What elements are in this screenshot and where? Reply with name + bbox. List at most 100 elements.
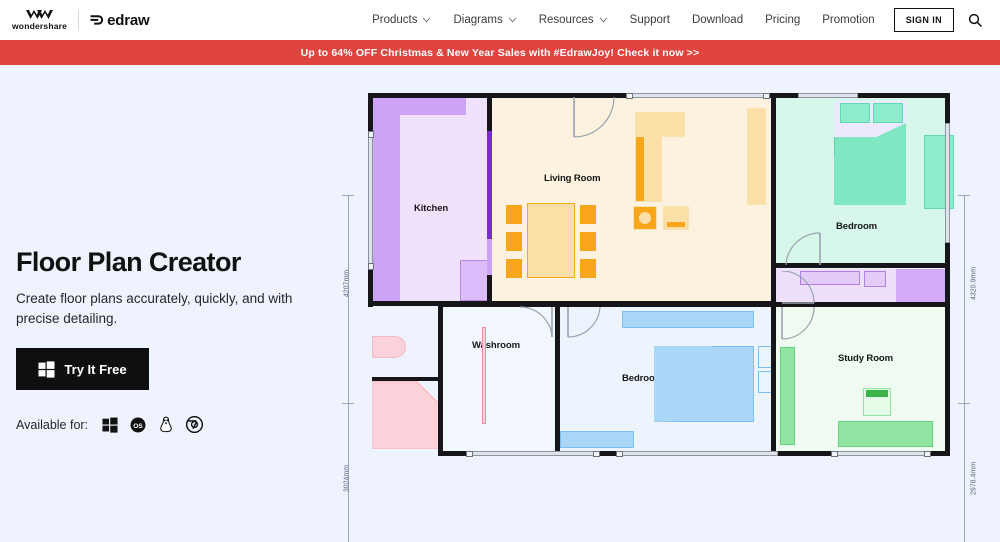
dimension-tick bbox=[342, 195, 354, 196]
edraw-wordmark: edraw bbox=[107, 11, 150, 29]
dimension-label-left-1: 4207mm bbox=[343, 269, 351, 298]
armchair-cushion bbox=[639, 212, 651, 224]
nav-item-download[interactable]: Download bbox=[681, 14, 754, 26]
nav-label: Promotion bbox=[822, 14, 875, 26]
nav-item-resources[interactable]: Resources bbox=[528, 14, 619, 26]
hero-subtitle: Create floor plans accurately, quickly, … bbox=[16, 291, 293, 326]
wondershare-logo[interactable]: wondershare bbox=[12, 9, 67, 31]
dining-chair bbox=[506, 259, 522, 278]
sofa-seat bbox=[644, 133, 662, 202]
room-label-study-room: Study Room bbox=[838, 353, 893, 364]
window-end-cap bbox=[616, 450, 623, 457]
wondershare-wordmark: wondershare bbox=[12, 21, 68, 31]
dining-chair bbox=[506, 232, 522, 251]
building-outline: Kitchen Living Room Bedroom Washroom Bed… bbox=[367, 92, 954, 457]
room-label-kitchen: Kitchen bbox=[414, 203, 449, 214]
room-label-living-room: Living Room bbox=[544, 173, 601, 184]
wall-mid-horizontal-left bbox=[438, 301, 776, 307]
dimension-label-right-2: 2978.4mm bbox=[970, 461, 978, 496]
window-bedroom-top bbox=[798, 93, 858, 98]
brand-divider bbox=[78, 9, 80, 31]
wall-kitchen-living-top bbox=[487, 93, 492, 131]
dining-chair bbox=[580, 205, 596, 224]
kitchen-partition-light bbox=[487, 239, 492, 275]
room-label-bedroom-top: Bedroom bbox=[836, 221, 877, 232]
promo-banner[interactable]: Up to 64% OFF Christmas & New Year Sales… bbox=[0, 40, 1000, 65]
page-title: Floor Plan Creator bbox=[16, 247, 241, 277]
nav-label: Pricing bbox=[765, 14, 801, 26]
search-icon bbox=[968, 13, 982, 27]
chrome-icon[interactable] bbox=[186, 416, 204, 434]
nav-item-promotion[interactable]: Promotion bbox=[811, 14, 885, 26]
dining-table bbox=[527, 203, 575, 278]
nav-item-support[interactable]: Support bbox=[619, 14, 681, 26]
macos-icon[interactable]: OS bbox=[130, 417, 146, 433]
dimension-tick bbox=[342, 403, 354, 404]
chevron-down-icon bbox=[599, 17, 607, 23]
closet-shelf bbox=[864, 271, 886, 287]
living-cabinet bbox=[747, 108, 766, 205]
bed-bottom-fold bbox=[654, 346, 754, 422]
nav-label: Diagrams bbox=[453, 14, 503, 26]
window-end-cap bbox=[466, 450, 473, 457]
bathtub bbox=[372, 381, 442, 449]
available-label: Available for: bbox=[16, 417, 89, 432]
linux-icon[interactable] bbox=[158, 416, 174, 433]
svg-text:OS: OS bbox=[133, 423, 143, 430]
kitchen-partition bbox=[487, 131, 492, 239]
wondershare-logo-icon bbox=[25, 10, 53, 19]
window-living-top bbox=[628, 93, 768, 98]
windows-icon bbox=[38, 361, 55, 378]
nav-label: Resources bbox=[538, 14, 594, 26]
edraw-logo-icon bbox=[90, 15, 104, 25]
chevron-down-icon bbox=[423, 17, 431, 23]
window-end-cap bbox=[924, 450, 931, 457]
search-button[interactable] bbox=[954, 13, 986, 27]
nav-item-diagrams[interactable]: Diagrams bbox=[442, 14, 527, 26]
kitchen-counter-left bbox=[372, 97, 400, 301]
wall-step-left bbox=[368, 301, 443, 306]
dimension-tick bbox=[958, 403, 970, 404]
nav-item-pricing[interactable]: Pricing bbox=[754, 14, 811, 26]
edraw-logo[interactable]: edraw bbox=[90, 11, 150, 29]
nav-label: Products bbox=[372, 14, 418, 26]
door-study bbox=[781, 306, 815, 340]
site-header: wondershare edraw Products Diagrams Reso… bbox=[0, 0, 1000, 40]
wall-living-bedroom bbox=[771, 93, 776, 307]
window-bedroom-right bbox=[945, 123, 950, 243]
bookshelf bbox=[780, 347, 795, 445]
main-content: Floor Plan Creator Create floor plans ac… bbox=[0, 65, 1000, 542]
bench bbox=[560, 431, 634, 448]
pillow bbox=[873, 103, 903, 123]
dimension-label-left-2: 3024mm bbox=[343, 464, 351, 493]
desk-chair-back bbox=[866, 390, 888, 397]
window-study-bottom bbox=[833, 451, 928, 456]
window-kitchen-left bbox=[368, 133, 373, 268]
windows-icon[interactable] bbox=[102, 417, 118, 433]
dimension-label-right-1: 4320.9mm bbox=[970, 266, 978, 301]
window-end-cap bbox=[626, 92, 633, 99]
door-washroom bbox=[519, 306, 553, 338]
dining-chair bbox=[580, 259, 596, 278]
chevron-down-icon bbox=[508, 17, 516, 23]
brand-lockup[interactable]: wondershare edraw bbox=[12, 9, 150, 31]
window-end-cap bbox=[367, 131, 374, 138]
dimension-tick bbox=[958, 195, 970, 196]
try-it-free-button[interactable]: Try It Free bbox=[16, 348, 149, 391]
window-bedroom-bottom bbox=[618, 451, 778, 456]
room-label-washroom: Washroom bbox=[472, 340, 520, 351]
dining-chair bbox=[506, 205, 522, 224]
hero-section: Floor Plan Creator Create floor plans ac… bbox=[16, 247, 336, 434]
window-end-cap bbox=[831, 450, 838, 457]
dining-chair bbox=[580, 232, 596, 251]
nav-item-products[interactable]: Products bbox=[361, 14, 442, 26]
dimension-line-right bbox=[964, 195, 965, 542]
nav-label: Support bbox=[629, 14, 670, 26]
available-platforms: Available for: OS bbox=[16, 416, 336, 434]
side-table-top bbox=[667, 222, 685, 227]
sign-in-button[interactable]: SIGN IN bbox=[893, 8, 954, 32]
floor-plan-illustration: 2312mm 5361mm 3997mm 2438mm 4252.1mm 362… bbox=[336, 65, 984, 542]
window-washroom-bottom bbox=[468, 451, 598, 456]
door-living-top bbox=[573, 97, 615, 138]
nav-label: Download bbox=[691, 14, 744, 26]
